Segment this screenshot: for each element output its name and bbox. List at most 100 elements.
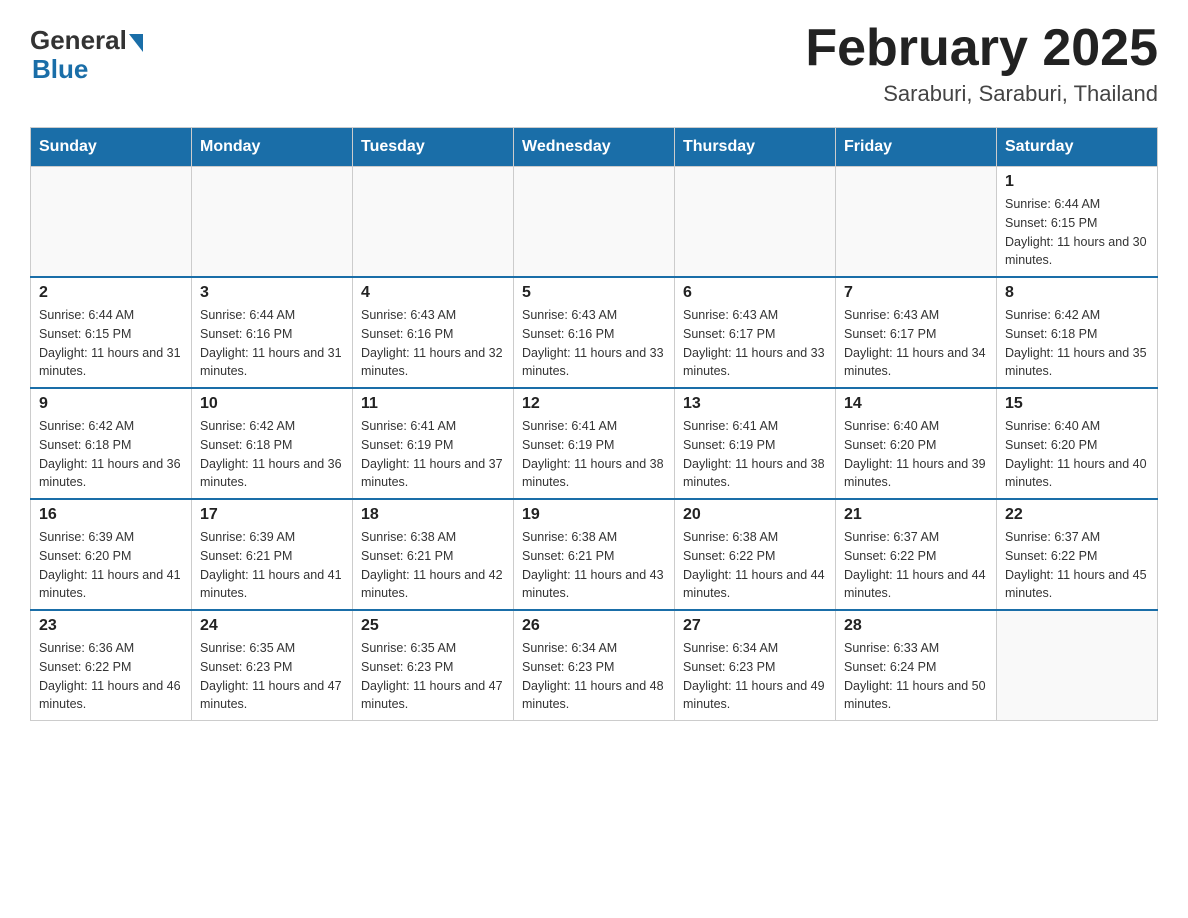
calendar-cell: 2Sunrise: 6:44 AMSunset: 6:15 PMDaylight… (31, 277, 192, 388)
calendar-cell: 14 Sunrise: 6:40 AMSunset: 6:20 PMDayligh… (836, 388, 997, 499)
day-info: Sunrise: 6:40 AMSunset: 6:20 PMDaylight:… (1005, 417, 1149, 492)
calendar-table: SundayMondayTuesdayWednesdayThursdayFrid… (30, 127, 1158, 721)
day-info: Sunrise: 6:43 AMSunset: 6:17 PMDaylight:… (683, 306, 827, 381)
day-number: 24 (200, 617, 344, 635)
day-info: Sunrise: 6:38 AMSunset: 6:22 PMDaylight:… (683, 528, 827, 603)
calendar-cell: 9 Sunrise: 6:42 AMSunset: 6:18 PMDaylight… (31, 388, 192, 499)
day-info: Sunrise: 6:41 AMSunset: 6:19 PMDaylight:… (522, 417, 666, 492)
calendar-cell: 26 Sunrise: 6:34 AMSunset: 6:23 PMDayligh… (514, 610, 675, 721)
weekday-header-monday: Monday (192, 128, 353, 167)
logo-blue-text: Blue (32, 54, 88, 85)
day-number: 5 (522, 284, 666, 302)
day-info: Sunrise: 6:35 AMSunset: 6:23 PMDaylight:… (361, 639, 505, 714)
day-number: 19 (522, 506, 666, 524)
day-number: 17 (200, 506, 344, 524)
calendar-cell: 23Sunrise: 6:36 AMSunset: 6:22 PMDayligh… (31, 610, 192, 721)
day-info: Sunrise: 6:41 AMSunset: 6:19 PMDaylight:… (361, 417, 505, 492)
logo-arrow-icon (129, 34, 143, 52)
day-info: Sunrise: 6:37 AMSunset: 6:22 PMDaylight:… (844, 528, 988, 603)
weekday-header-wednesday: Wednesday (514, 128, 675, 167)
day-number: 14 (844, 395, 988, 413)
calendar-cell (836, 167, 997, 278)
day-number: 26 (522, 617, 666, 635)
day-number: 28 (844, 617, 988, 635)
day-info: Sunrise: 6:36 AMSunset: 6:22 PMDaylight:… (39, 639, 183, 714)
day-number: 15 (1005, 395, 1149, 413)
calendar-week-row: 1Sunrise: 6:44 AMSunset: 6:15 PMDaylight… (31, 167, 1158, 278)
logo: General Blue (30, 20, 143, 85)
day-number: 1 (1005, 173, 1149, 191)
calendar-cell: 24Sunrise: 6:35 AMSunset: 6:23 PMDayligh… (192, 610, 353, 721)
day-info: Sunrise: 6:44 AMSunset: 6:15 PMDaylight:… (39, 306, 183, 381)
day-info: Sunrise: 6:43 AMSunset: 6:17 PMDaylight:… (844, 306, 988, 381)
day-info: Sunrise: 6:39 AMSunset: 6:20 PMDaylight:… (39, 528, 183, 603)
weekday-header-friday: Friday (836, 128, 997, 167)
day-info: Sunrise: 6:42 AMSunset: 6:18 PMDaylight:… (39, 417, 183, 492)
day-number: 25 (361, 617, 505, 635)
weekday-header-tuesday: Tuesday (353, 128, 514, 167)
calendar-cell: 22Sunrise: 6:37 AMSunset: 6:22 PMDayligh… (997, 499, 1158, 610)
page-header: General Blue February 2025 Saraburi, Sar… (30, 20, 1158, 107)
calendar-cell: 10 Sunrise: 6:42 AMSunset: 6:18 PMDayligh… (192, 388, 353, 499)
day-number: 3 (200, 284, 344, 302)
calendar-cell (31, 167, 192, 278)
calendar-week-row: 9 Sunrise: 6:42 AMSunset: 6:18 PMDaylight… (31, 388, 1158, 499)
day-number: 8 (1005, 284, 1149, 302)
logo-general-text: General (30, 25, 127, 56)
calendar-cell: 4 Sunrise: 6:43 AMSunset: 6:16 PMDaylight… (353, 277, 514, 388)
day-number: 27 (683, 617, 827, 635)
day-info: Sunrise: 6:38 AMSunset: 6:21 PMDaylight:… (522, 528, 666, 603)
day-number: 7 (844, 284, 988, 302)
calendar-week-row: 16 Sunrise: 6:39 AMSunset: 6:20 PMDayligh… (31, 499, 1158, 610)
calendar-cell: 1Sunrise: 6:44 AMSunset: 6:15 PMDaylight… (997, 167, 1158, 278)
day-info: Sunrise: 6:43 AMSunset: 6:16 PMDaylight:… (522, 306, 666, 381)
calendar-cell: 18Sunrise: 6:38 AMSunset: 6:21 PMDayligh… (353, 499, 514, 610)
day-number: 9 (39, 395, 183, 413)
calendar-cell: 3 Sunrise: 6:44 AMSunset: 6:16 PMDaylight… (192, 277, 353, 388)
day-number: 16 (39, 506, 183, 524)
day-number: 11 (361, 395, 505, 413)
day-info: Sunrise: 6:34 AMSunset: 6:23 PMDaylight:… (683, 639, 827, 714)
day-info: Sunrise: 6:42 AMSunset: 6:18 PMDaylight:… (200, 417, 344, 492)
calendar-cell (192, 167, 353, 278)
calendar-cell: 12 Sunrise: 6:41 AMSunset: 6:19 PMDayligh… (514, 388, 675, 499)
day-number: 10 (200, 395, 344, 413)
calendar-cell: 21 Sunrise: 6:37 AMSunset: 6:22 PMDayligh… (836, 499, 997, 610)
calendar-cell: 27 Sunrise: 6:34 AMSunset: 6:23 PMDayligh… (675, 610, 836, 721)
calendar-cell: 5 Sunrise: 6:43 AMSunset: 6:16 PMDaylight… (514, 277, 675, 388)
day-info: Sunrise: 6:33 AMSunset: 6:24 PMDaylight:… (844, 639, 988, 714)
month-title: February 2025 (805, 20, 1158, 77)
calendar-cell (675, 167, 836, 278)
day-number: 21 (844, 506, 988, 524)
day-info: Sunrise: 6:40 AMSunset: 6:20 PMDaylight:… (844, 417, 988, 492)
calendar-cell: 15 Sunrise: 6:40 AMSunset: 6:20 PMDayligh… (997, 388, 1158, 499)
day-info: Sunrise: 6:43 AMSunset: 6:16 PMDaylight:… (361, 306, 505, 381)
day-info: Sunrise: 6:38 AMSunset: 6:21 PMDaylight:… (361, 528, 505, 603)
day-number: 12 (522, 395, 666, 413)
day-number: 4 (361, 284, 505, 302)
day-info: Sunrise: 6:42 AMSunset: 6:18 PMDaylight:… (1005, 306, 1149, 381)
weekday-header-saturday: Saturday (997, 128, 1158, 167)
location-title: Saraburi, Saraburi, Thailand (805, 81, 1158, 107)
calendar-cell: 25 Sunrise: 6:35 AMSunset: 6:23 PMDayligh… (353, 610, 514, 721)
calendar-cell (514, 167, 675, 278)
day-number: 13 (683, 395, 827, 413)
day-info: Sunrise: 6:34 AMSunset: 6:23 PMDaylight:… (522, 639, 666, 714)
calendar-cell: 13Sunrise: 6:41 AMSunset: 6:19 PMDayligh… (675, 388, 836, 499)
calendar-cell (353, 167, 514, 278)
calendar-cell: 6 Sunrise: 6:43 AMSunset: 6:17 PMDaylight… (675, 277, 836, 388)
calendar-cell: 17 Sunrise: 6:39 AMSunset: 6:21 PMDayligh… (192, 499, 353, 610)
day-info: Sunrise: 6:39 AMSunset: 6:21 PMDaylight:… (200, 528, 344, 603)
calendar-cell: 8 Sunrise: 6:42 AMSunset: 6:18 PMDaylight… (997, 277, 1158, 388)
calendar-cell: 7 Sunrise: 6:43 AMSunset: 6:17 PMDaylight… (836, 277, 997, 388)
day-number: 6 (683, 284, 827, 302)
calendar-cell: 16 Sunrise: 6:39 AMSunset: 6:20 PMDayligh… (31, 499, 192, 610)
calendar-week-row: 2Sunrise: 6:44 AMSunset: 6:15 PMDaylight… (31, 277, 1158, 388)
day-number: 20 (683, 506, 827, 524)
calendar-cell (997, 610, 1158, 721)
calendar-cell: 28 Sunrise: 6:33 AMSunset: 6:24 PMDayligh… (836, 610, 997, 721)
calendar-header-row: SundayMondayTuesdayWednesdayThursdayFrid… (31, 128, 1158, 167)
day-info: Sunrise: 6:44 AMSunset: 6:16 PMDaylight:… (200, 306, 344, 381)
calendar-cell: 20 Sunrise: 6:38 AMSunset: 6:22 PMDayligh… (675, 499, 836, 610)
weekday-header-sunday: Sunday (31, 128, 192, 167)
